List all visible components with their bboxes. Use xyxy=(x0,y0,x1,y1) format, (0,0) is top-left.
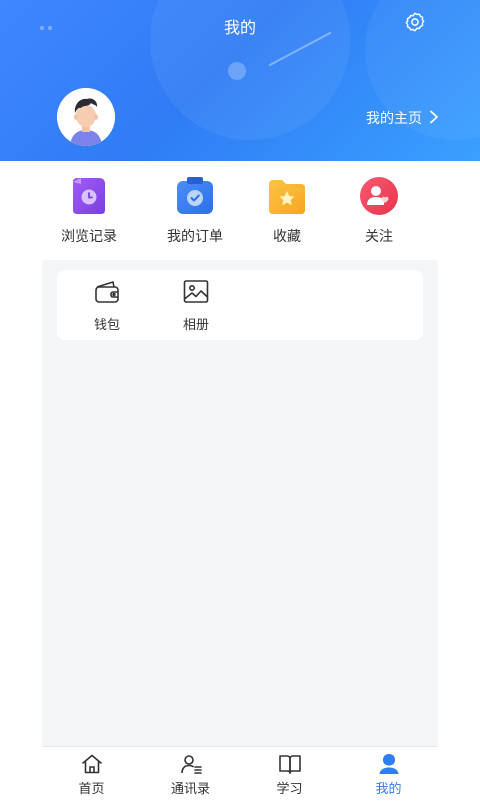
profile-header: 我的 我的主页 xyxy=(0,0,480,161)
quick-action-label: 关注 xyxy=(365,229,393,245)
tool-wallet[interactable]: 钱包 xyxy=(77,278,137,333)
quick-action-label: 我的订单 xyxy=(167,229,223,245)
home-icon xyxy=(81,754,102,774)
history-clock-icon xyxy=(73,178,105,214)
quick-action-label: 收藏 xyxy=(273,229,301,245)
tool-album[interactable]: 相册 xyxy=(166,278,226,333)
tool-label: 相册 xyxy=(182,318,209,333)
wallet-icon xyxy=(95,281,119,303)
quick-action-label: 浏览记录 xyxy=(61,229,117,245)
bottom-tab-bar: 首页 通讯录 学习 我的 xyxy=(42,746,438,801)
quick-action-favorites[interactable]: 收藏 xyxy=(242,172,332,246)
tool-label: 钱包 xyxy=(93,318,120,333)
settings-gear-icon[interactable] xyxy=(404,11,426,33)
quick-actions-row: 浏览记录 我的订单 收藏 关注 xyxy=(40,172,440,248)
contacts-icon xyxy=(180,755,202,774)
tab-home[interactable]: 首页 xyxy=(42,747,141,801)
quick-action-orders[interactable]: 我的订单 xyxy=(150,172,240,246)
quick-action-history[interactable]: 浏览记录 xyxy=(44,172,134,246)
tab-study[interactable]: 学习 xyxy=(240,747,339,801)
profile-icon xyxy=(379,754,398,774)
tab-label: 通讯录 xyxy=(170,782,210,797)
star-folder-icon xyxy=(269,180,305,214)
order-clipboard-icon xyxy=(177,177,213,214)
tab-label: 首页 xyxy=(78,782,105,797)
chevron-right-icon xyxy=(430,110,438,124)
book-icon xyxy=(278,755,301,774)
homepage-link-label: 我的主页 xyxy=(366,111,422,127)
tools-card: 钱包 相册 xyxy=(57,270,423,340)
quick-action-follow[interactable]: 关注 xyxy=(334,172,424,246)
my-homepage-link[interactable]: 我的主页 xyxy=(366,108,438,128)
tab-mine[interactable]: 我的 xyxy=(339,747,438,801)
tab-label: 我的 xyxy=(375,782,402,797)
album-image-icon xyxy=(183,280,209,303)
tab-contacts[interactable]: 通讯录 xyxy=(141,747,240,801)
user-avatar-icon xyxy=(57,88,115,146)
header-decoration xyxy=(228,62,246,80)
follow-heart-icon xyxy=(360,177,398,215)
tab-label: 学习 xyxy=(276,782,303,797)
content-area: 钱包 相册 xyxy=(42,260,438,746)
avatar[interactable] xyxy=(57,88,115,146)
